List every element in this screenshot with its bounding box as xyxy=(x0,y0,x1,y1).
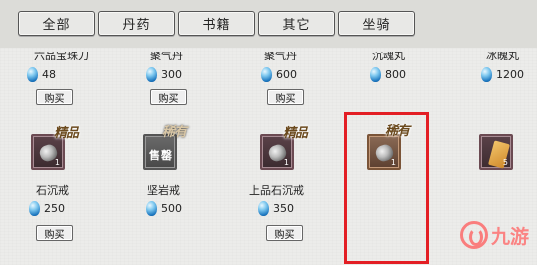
buy-button[interactable]: 购买 xyxy=(267,89,304,105)
buy-button[interactable]: 购买 xyxy=(266,225,303,241)
watermark-text: 九游 xyxy=(491,225,530,248)
tab-books[interactable]: 书籍 xyxy=(178,11,255,36)
quality-badge: 精品 xyxy=(54,126,79,141)
item-count: 5 xyxy=(502,158,508,167)
item-price: 250 xyxy=(29,201,65,216)
gem-icon xyxy=(29,201,40,216)
item-name: 聚气丹 xyxy=(150,52,183,60)
quality-badge: 精品 xyxy=(283,126,308,141)
sold-out-label: 售罄 xyxy=(149,149,173,162)
item-price: 800 xyxy=(370,67,406,82)
tab-other[interactable]: 其它 xyxy=(258,11,335,36)
buy-button[interactable]: 购买 xyxy=(36,89,73,105)
category-tab-bar: 全部 丹药 书籍 其它 坐骑 xyxy=(0,0,537,48)
item-name: 六品宝珠刀 xyxy=(34,52,89,60)
item-price: 600 xyxy=(261,67,297,82)
gem-icon xyxy=(370,67,381,82)
item-price: 500 xyxy=(146,201,182,216)
item-name: 冰魄丸 xyxy=(486,52,519,60)
gem-icon xyxy=(258,201,269,216)
gem-icon xyxy=(146,201,157,216)
item-name: 石沉戒 xyxy=(36,184,69,197)
item-price: 1200 xyxy=(481,67,524,82)
watermark: 九游 xyxy=(460,221,529,249)
item-price: 300 xyxy=(146,67,182,82)
item-count: 1 xyxy=(283,158,289,167)
buy-button[interactable]: 购买 xyxy=(36,225,73,241)
item-price: 48 xyxy=(27,67,56,82)
gem-icon xyxy=(27,67,38,82)
tab-all[interactable]: 全部 xyxy=(18,11,95,36)
item-price: 350 xyxy=(258,201,294,216)
tab-pills[interactable]: 丹药 xyxy=(98,11,175,36)
item-name: 聚气丹 xyxy=(264,52,297,60)
highlight-box xyxy=(344,112,429,264)
quality-badge: 稀有 xyxy=(162,125,187,140)
tab-mounts[interactable]: 坐骑 xyxy=(338,11,415,36)
gem-icon xyxy=(146,67,157,82)
item-name: 沉魂丸 xyxy=(372,52,405,60)
item-name: 坚岩戒 xyxy=(147,184,180,197)
item-count: 1 xyxy=(54,158,60,167)
gem-icon xyxy=(261,67,272,82)
nine-game-logo-icon xyxy=(460,221,488,249)
buy-button[interactable]: 购买 xyxy=(150,89,187,105)
item-name: 上品石沉戒 xyxy=(249,184,304,197)
gem-icon xyxy=(481,67,492,82)
item-slot[interactable]: 5 xyxy=(479,134,513,170)
